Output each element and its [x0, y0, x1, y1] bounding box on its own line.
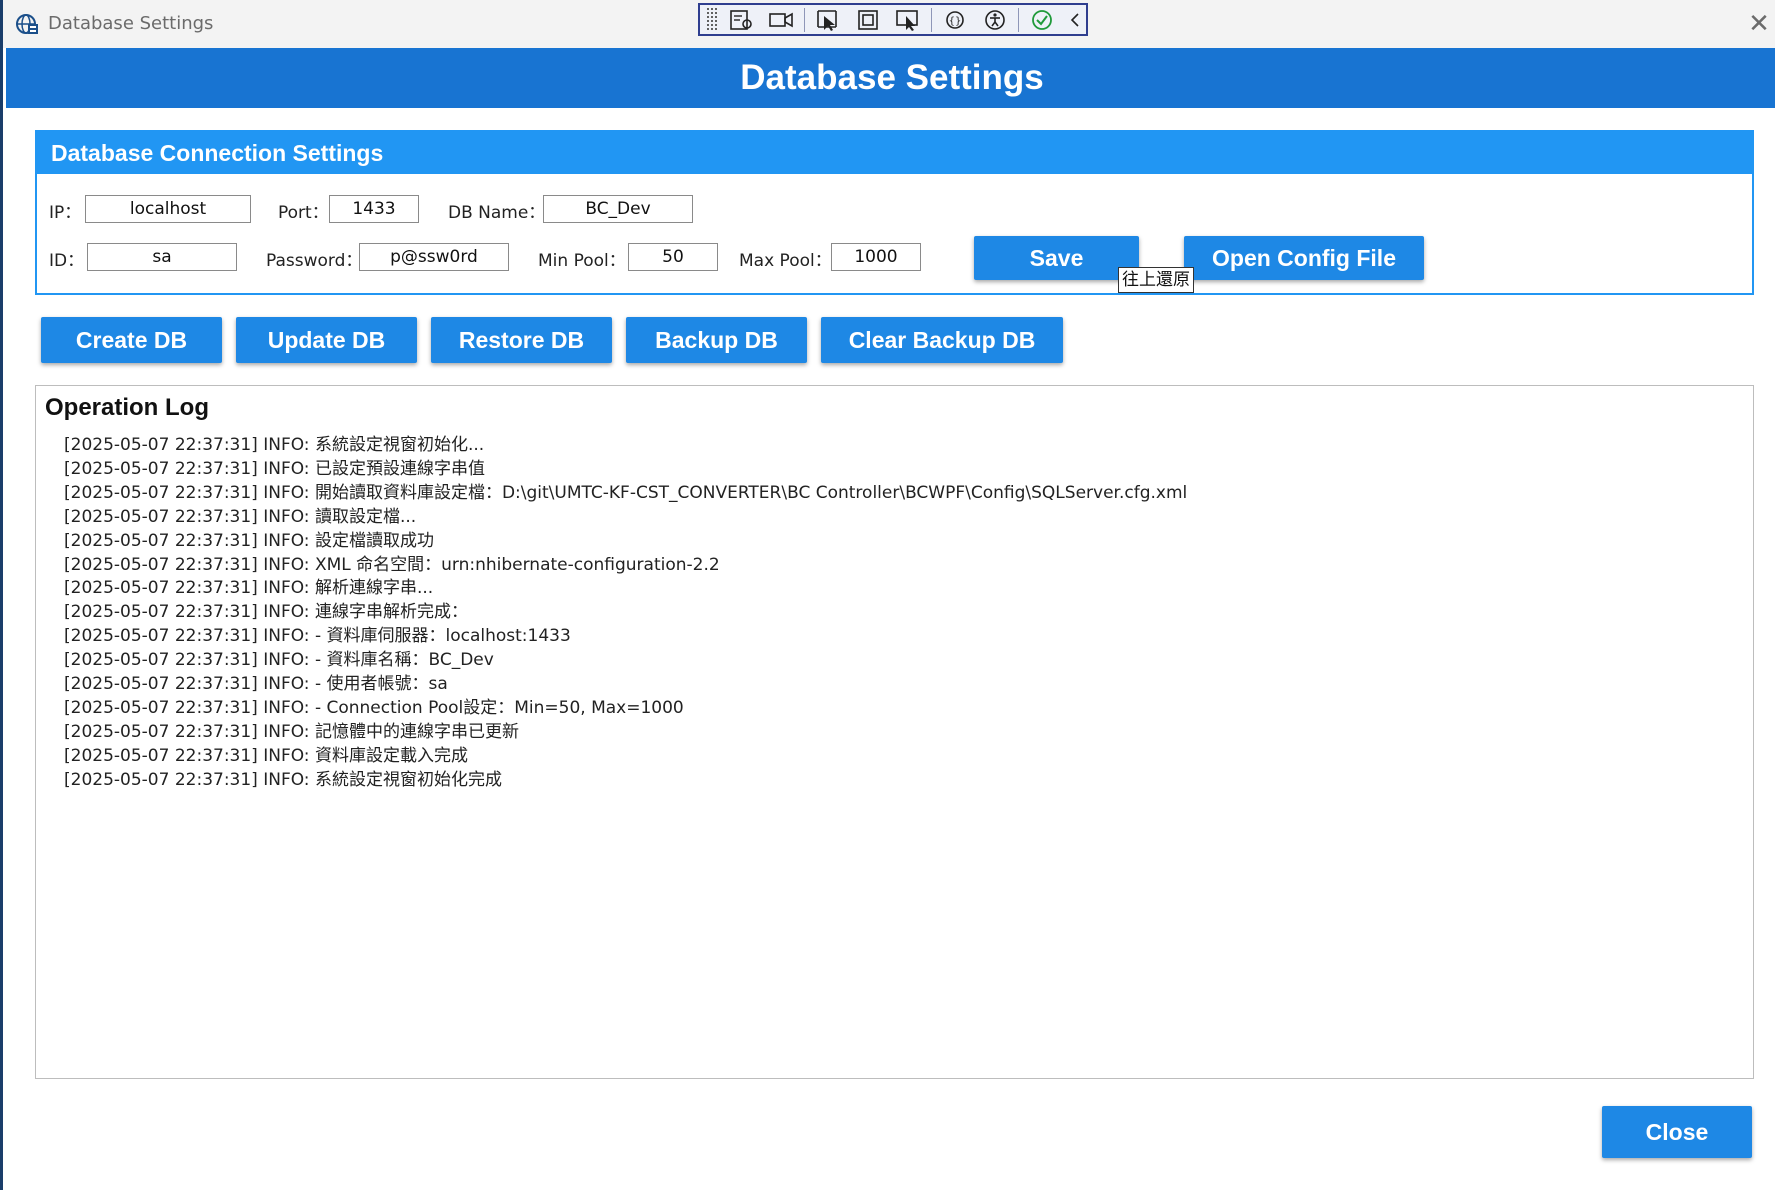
- connection-settings-panel: Database Connection Settings IP： Port： D…: [35, 130, 1754, 295]
- debug-toolbar: {}: [698, 3, 1088, 36]
- frame-icon[interactable]: [851, 6, 885, 34]
- backup-db-button[interactable]: Backup DB: [626, 317, 807, 363]
- window-title: Database Settings: [48, 13, 214, 34]
- toolbar-separator: [804, 7, 805, 32]
- close-icon[interactable]: ✕: [1745, 10, 1773, 38]
- log-entry: [2025-05-07 22:37:31] INFO: - 資料庫伺服器：loc…: [64, 626, 571, 647]
- log-entry: [2025-05-07 22:37:31] INFO: XML 命名空間：urn…: [64, 554, 720, 575]
- toolbar-grip-icon[interactable]: [706, 7, 718, 32]
- toolbar-separator: [931, 7, 932, 32]
- binding-icon[interactable]: {}: [938, 6, 972, 34]
- collapse-icon[interactable]: [1065, 6, 1085, 34]
- create-db-button[interactable]: Create DB: [41, 317, 222, 363]
- toolbar-separator: [1018, 7, 1019, 32]
- select-element-icon[interactable]: [811, 6, 845, 34]
- log-entry: [2025-05-07 22:37:31] INFO: 連線字串解析完成：: [64, 602, 468, 623]
- database-settings-window: Database Settings ✕ {} Database Settings…: [0, 0, 1775, 1190]
- id-field[interactable]: [87, 243, 237, 271]
- password-field[interactable]: [359, 243, 509, 271]
- dbname-label: DB Name：: [448, 203, 546, 223]
- inspect-icon[interactable]: [724, 6, 758, 34]
- password-label: Password：: [266, 251, 363, 271]
- record-icon[interactable]: [764, 6, 798, 34]
- operation-log-panel[interactable]: Operation Log [2025-05-07 22:37:31] INFO…: [35, 385, 1754, 1079]
- check-icon[interactable]: [1025, 6, 1059, 34]
- log-entry: [2025-05-07 22:37:31] INFO: 讀取設定檔...: [64, 506, 417, 527]
- app-globe-icon: [15, 12, 39, 36]
- svg-text:{}: {}: [949, 16, 962, 27]
- minpool-field[interactable]: [628, 243, 718, 271]
- connection-settings-title: Database Connection Settings: [37, 132, 1752, 174]
- port-label: Port：: [278, 203, 329, 223]
- log-entry: [2025-05-07 22:37:31] INFO: 開始讀取資料庫設定檔：D…: [64, 482, 1188, 503]
- log-entry: [2025-05-07 22:37:31] INFO: 系統設定視窗初始化...: [64, 435, 485, 455]
- dbname-field[interactable]: [543, 195, 693, 223]
- operation-log-title: Operation Log: [45, 394, 209, 421]
- page-title: Database Settings: [6, 48, 1775, 108]
- ip-label: IP：: [49, 203, 82, 223]
- update-db-button[interactable]: Update DB: [236, 317, 417, 363]
- port-field[interactable]: [329, 195, 419, 223]
- log-entry: [2025-05-07 22:37:31] INFO: 解析連線字串...: [64, 578, 434, 599]
- track-icon[interactable]: [891, 6, 925, 34]
- maxpool-field[interactable]: [831, 243, 921, 271]
- log-entry: [2025-05-07 22:37:31] INFO: 記憶體中的連線字串已更新: [64, 721, 519, 742]
- minpool-label: Min Pool：: [538, 251, 626, 271]
- id-label: ID：: [49, 251, 85, 271]
- log-entry: [2025-05-07 22:37:31] INFO: - 資料庫名稱：BC_D…: [64, 650, 494, 671]
- ip-field[interactable]: [85, 195, 251, 223]
- log-entry: [2025-05-07 22:37:31] INFO: - 使用者帳號：sa: [64, 674, 448, 695]
- clear-backup-db-button[interactable]: Clear Backup DB: [821, 317, 1063, 363]
- maxpool-label: Max Pool：: [739, 251, 832, 271]
- log-entry: [2025-05-07 22:37:31] INFO: 資料庫設定載入完成: [64, 745, 468, 766]
- log-entry: [2025-05-07 22:37:31] INFO: - Connection…: [64, 697, 684, 718]
- log-entry: [2025-05-07 22:37:31] INFO: 設定檔讀取成功: [64, 530, 434, 551]
- log-entry: [2025-05-07 22:37:31] INFO: 已設定預設連線字串值: [64, 458, 485, 479]
- save-button[interactable]: Save: [974, 236, 1139, 280]
- restore-db-button[interactable]: Restore DB: [431, 317, 612, 363]
- log-list: [2025-05-07 22:37:31] INFO: 系統設定視窗初始化...…: [64, 434, 1187, 793]
- accessibility-icon[interactable]: [978, 6, 1012, 34]
- log-entry: [2025-05-07 22:37:31] INFO: 系統設定視窗初始化完成: [64, 769, 502, 790]
- tooltip: 往上還原: [1118, 267, 1194, 293]
- open-config-file-button[interactable]: Open Config File: [1184, 236, 1424, 280]
- close-button[interactable]: Close: [1602, 1106, 1752, 1158]
